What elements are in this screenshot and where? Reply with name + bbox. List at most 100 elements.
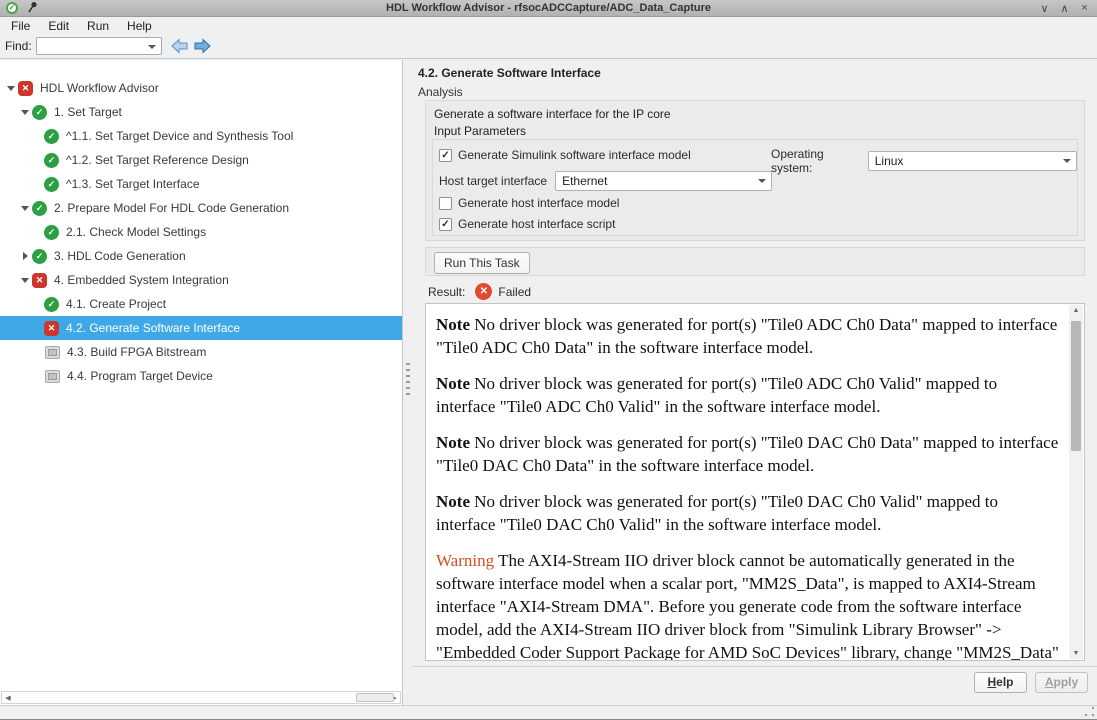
tree-item-set-target-reference-design[interactable]: ✓ ^1.2. Set Target Reference Design [0, 148, 402, 172]
scroll-left-icon[interactable]: ◀ [2, 694, 14, 702]
find-next-icon[interactable] [193, 38, 212, 54]
resize-grip[interactable] [1084, 706, 1095, 717]
scrollbar-thumb[interactable] [1071, 321, 1081, 451]
passed-status-icon: ✓ [32, 104, 47, 120]
expand-arrow-icon[interactable] [4, 86, 18, 91]
expand-arrow-icon[interactable] [18, 252, 32, 260]
find-label: Find: [5, 39, 32, 53]
expand-arrow-icon[interactable] [18, 110, 32, 115]
apply-button[interactable]: Apply [1035, 672, 1088, 693]
generate-simulink-model-checkbox-row[interactable]: ✓ Generate Simulink software interface m… [439, 148, 691, 162]
workflow-tree-panel: ✕ HDL Workflow Advisor ✓ 1. Set Target ✓… [0, 60, 403, 705]
note-message: Note No driver block was generated for p… [436, 492, 999, 534]
host-target-interface-label: Host target interface [439, 174, 548, 188]
menu-bar: File Edit Run Help [0, 17, 1097, 34]
passed-status-icon: ✓ [32, 248, 47, 264]
tree-item-label: ^1.2. Set Target Reference Design [66, 153, 249, 167]
chevron-down-icon[interactable] [758, 179, 767, 183]
splitter-grip-icon[interactable] [406, 363, 410, 395]
generate-host-script-checkbox-row[interactable]: ✓ Generate host interface script [439, 217, 615, 231]
passed-status-icon: ✓ [44, 224, 59, 240]
tree-item-label: 2. Prepare Model For HDL Code Generation [54, 201, 290, 215]
tree-item-label: 3. HDL Code Generation [54, 249, 186, 263]
failed-status-icon: ✕ [18, 80, 33, 96]
task-title: 4.2. Generate Software Interface [418, 66, 601, 80]
host-target-interface-select[interactable]: Ethernet [555, 171, 773, 191]
minimize-button[interactable]: ∨ [1038, 2, 1051, 15]
failed-status-icon: ✕ [475, 283, 493, 300]
analysis-groupbox: Generate a software interface for the IP… [425, 100, 1085, 241]
expand-arrow-icon[interactable] [18, 278, 32, 283]
tree-item-hdl-code-generation[interactable]: ✓ 3. HDL Code Generation [0, 244, 402, 268]
task-panel: 4.2. Generate Software Interface Analysi… [412, 60, 1097, 705]
not-run-status-icon [45, 369, 60, 383]
tree-item-generate-software-interface[interactable]: ✕ 4.2. Generate Software Interface [0, 316, 402, 340]
checkbox-checked-icon[interactable]: ✓ [439, 217, 452, 231]
run-task-groupbox: Run This Task [425, 247, 1085, 276]
note-message: Note No driver block was generated for p… [436, 374, 998, 416]
operating-system-row: Operating system: Linux [771, 147, 1077, 175]
scrollbar-thumb[interactable] [356, 693, 394, 702]
menu-file[interactable]: File [2, 19, 39, 33]
result-message-box: Note No driver block was generated for p… [425, 303, 1085, 661]
tree-item-create-project[interactable]: ✓ 4.1. Create Project [0, 292, 402, 316]
generate-host-model-checkbox-row[interactable]: ✓ Generate host interface model [439, 196, 619, 210]
failed-status-icon: ✕ [44, 320, 59, 336]
window-title: HDL Workflow Advisor - rfsocADCCapture/A… [386, 2, 711, 14]
tree-item-set-target-interface[interactable]: ✓ ^1.3. Set Target Interface [0, 172, 402, 196]
tree-item-label: ^1.1. Set Target Device and Synthesis To… [66, 129, 294, 143]
tree-item-set-target-device[interactable]: ✓ ^1.1. Set Target Device and Synthesis … [0, 124, 402, 148]
warning-message: Warning The AXI4-Stream IIO driver block… [436, 551, 1059, 661]
menu-edit[interactable]: Edit [39, 19, 78, 33]
menu-help[interactable]: Help [118, 19, 161, 33]
tree-item-label: 4. Embedded System Integration [54, 273, 229, 287]
note-message: Note No driver block was generated for p… [436, 315, 1058, 357]
tree-item-label: 4.4. Program Target Device [67, 369, 213, 383]
find-input[interactable] [36, 38, 143, 54]
expand-arrow-icon[interactable] [18, 206, 32, 211]
passed-status-icon: ✓ [44, 176, 59, 192]
result-messages: Note No driver block was generated for p… [426, 304, 1068, 660]
passed-status-icon: ✓ [44, 152, 59, 168]
tree-item-check-model-settings[interactable]: ✓ 2.1. Check Model Settings [0, 220, 402, 244]
host-target-interface-row: Host target interface Ethernet [439, 171, 773, 191]
workflow-tree: ✕ HDL Workflow Advisor ✓ 1. Set Target ✓… [0, 60, 402, 388]
input-parameters-box: ✓ Generate Simulink software interface m… [432, 139, 1078, 236]
tree-item-set-target[interactable]: ✓ 1. Set Target [0, 100, 402, 124]
tree-horizontal-scrollbar[interactable]: ◀ ▶ [1, 691, 401, 704]
operating-system-label: Operating system: [771, 147, 824, 175]
tree-item-label: HDL Workflow Advisor [40, 81, 159, 95]
run-this-task-button[interactable]: Run This Task [434, 252, 530, 274]
tree-item-label: 4.3. Build FPGA Bitstream [67, 345, 207, 359]
menu-run[interactable]: Run [78, 19, 118, 33]
result-status: Failed [498, 284, 532, 299]
tree-item-build-fpga-bitstream[interactable]: 4.3. Build FPGA Bitstream [0, 340, 402, 364]
operating-system-select[interactable]: Linux [867, 151, 1077, 171]
result-label: Result: [428, 284, 466, 299]
tree-item-label: 2.1. Check Model Settings [66, 225, 207, 239]
result-vertical-scrollbar[interactable]: ▲ ▼ [1069, 305, 1083, 659]
find-previous-icon[interactable] [170, 38, 189, 54]
failed-status-icon: ✕ [32, 272, 47, 288]
checkbox-checked-icon[interactable]: ✓ [439, 148, 452, 162]
maximize-button[interactable]: ∧ [1058, 2, 1071, 15]
help-button[interactable]: Help [974, 672, 1027, 693]
passed-status-icon: ✓ [44, 128, 59, 144]
tree-item-label: 4.2. Generate Software Interface [66, 321, 241, 335]
result-row: Result: ✕ Failed [428, 283, 531, 300]
scroll-down-icon[interactable]: ▼ [1069, 650, 1083, 657]
chevron-down-icon[interactable] [1063, 159, 1071, 163]
passed-status-icon: ✓ [44, 296, 59, 312]
find-input-combo[interactable] [35, 37, 162, 55]
tree-item-embedded-system-integration[interactable]: ✕ 4. Embedded System Integration [0, 268, 402, 292]
not-run-status-icon [45, 345, 60, 359]
chevron-down-icon[interactable] [147, 45, 156, 49]
tree-item-program-target-device[interactable]: 4.4. Program Target Device [0, 364, 402, 388]
scroll-up-icon[interactable]: ▲ [1069, 307, 1083, 314]
tree-item-prepare-model[interactable]: ✓ 2. Prepare Model For HDL Code Generati… [0, 196, 402, 220]
close-button[interactable]: × [1078, 2, 1091, 15]
tree-item-hdl-workflow-advisor[interactable]: ✕ HDL Workflow Advisor [0, 76, 402, 100]
checkbox-label: Generate host interface script [458, 217, 616, 231]
checkbox-unchecked-icon[interactable]: ✓ [439, 196, 452, 210]
title-bar: ✓ HDL Workflow Advisor - rfsocADCCapture… [0, 0, 1097, 17]
